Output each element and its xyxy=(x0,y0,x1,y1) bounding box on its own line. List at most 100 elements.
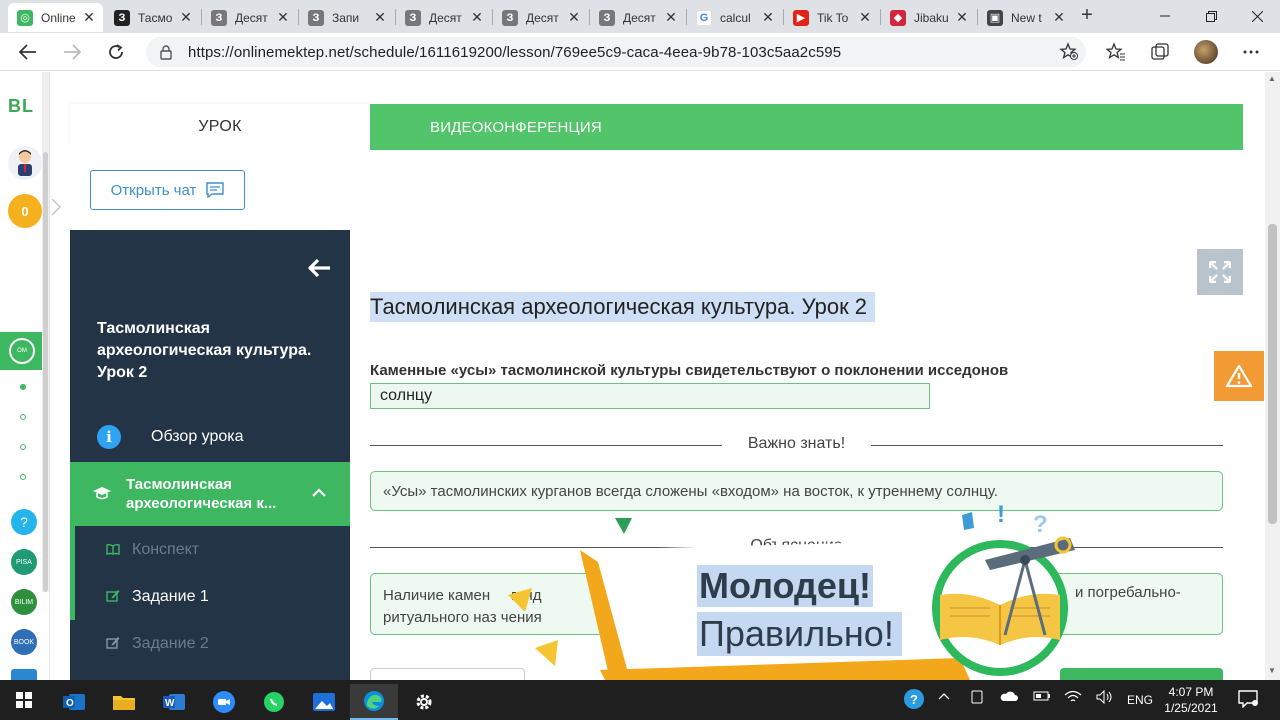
explanation-fragment: ритуального наз xyxy=(383,609,497,626)
info-icon: i xyxy=(97,425,121,449)
sidebar-item-overview[interactable]: i Обзор урока xyxy=(70,415,350,459)
tab-title: Десят xyxy=(235,10,268,25)
explanation-divider: Объяснение xyxy=(370,537,1223,557)
close-tab-icon[interactable]: ✕ xyxy=(566,9,582,26)
browser-tab[interactable]: З Десят ✕ xyxy=(590,3,685,32)
reload-icon xyxy=(109,44,123,59)
bilimland-logo[interactable]: BL xyxy=(8,96,34,117)
sidebar-subitem[interactable]: Задание 1 xyxy=(70,577,350,617)
left-rail: BL 0 OM ? PISA BILIM BOOK xyxy=(0,72,62,683)
url-text[interactable]: https://onlinemektep.net/schedule/161161… xyxy=(188,44,841,61)
browser-tab[interactable]: ◆ Jibaku ✕ xyxy=(881,3,976,32)
browser-tab[interactable]: ▣ New t ✕ xyxy=(978,3,1073,32)
scroll-down-icon[interactable]: ▼ xyxy=(1268,666,1276,675)
close-tab-icon[interactable]: ✕ xyxy=(275,9,291,26)
rail-dot-2[interactable] xyxy=(20,414,26,420)
browser-tab[interactable]: З Запи ✕ xyxy=(299,3,394,32)
rail-onlinemektep-button[interactable]: OM xyxy=(0,332,44,370)
browser-tab[interactable]: Gcalcul ✕ xyxy=(687,3,782,32)
browser-tab[interactable]: З Десят ✕ xyxy=(396,3,491,32)
wifi-icon-glyph xyxy=(1064,690,1082,702)
new-tab-button[interactable]: + xyxy=(1076,4,1098,26)
browser-tab[interactable]: З Десят ✕ xyxy=(202,3,297,32)
touch-keyboard-icon[interactable] xyxy=(970,690,984,707)
sidebar-subitem[interactable]: Конспект xyxy=(70,530,350,570)
taskbar-clock[interactable]: 4:07 PM 1/25/2021 xyxy=(1158,684,1224,716)
browser-tab[interactable]: ◎ Online ✕ xyxy=(8,3,103,32)
whatsapp-app[interactable] xyxy=(250,684,298,720)
file-explorer-app[interactable] xyxy=(100,684,148,720)
favorites-button[interactable] xyxy=(1105,41,1127,63)
address-toolbar: https://onlinemektep.net/schedule/161161… xyxy=(0,33,1280,71)
divider-line xyxy=(871,445,1223,446)
edge-app[interactable] xyxy=(350,684,398,720)
rail-dot-4[interactable] xyxy=(20,474,26,480)
notifications-button[interactable] xyxy=(1238,690,1258,709)
bilimland-app-icon[interactable]: BILIM xyxy=(11,589,37,615)
sidebar-item-topic[interactable]: Тасмолинская археологическая к... xyxy=(70,462,350,526)
open-chat-button[interactable]: Открыть чат xyxy=(90,170,245,210)
rail-expand-button[interactable] xyxy=(50,197,68,227)
tab-lesson[interactable]: УРОК xyxy=(70,104,370,150)
page-scroll-thumb[interactable] xyxy=(1268,224,1277,524)
close-tab-icon[interactable]: ✕ xyxy=(372,9,388,26)
browser-tab[interactable]: З Десят ✕ xyxy=(493,3,588,32)
rail-scrollbar[interactable] xyxy=(42,72,49,592)
pisa-app-icon[interactable]: PISA xyxy=(11,549,37,575)
settings-menu-button[interactable] xyxy=(1240,41,1262,63)
folder-icon xyxy=(113,696,135,710)
bilimbook-app-icon[interactable]: BOOK xyxy=(11,629,37,655)
word-app[interactable]: W xyxy=(150,684,198,720)
wifi-icon[interactable] xyxy=(1064,690,1082,707)
show-hidden-icons[interactable] xyxy=(938,690,950,705)
profile-avatar[interactable] xyxy=(1194,40,1218,64)
input-language[interactable]: ENG xyxy=(1127,693,1153,707)
browser-tab[interactable]: З Тасмо ✕ xyxy=(105,3,200,32)
close-window-button[interactable] xyxy=(1234,0,1280,32)
back-button[interactable] xyxy=(16,40,40,64)
zoom-app[interactable] xyxy=(200,684,248,720)
onedrive-icon[interactable] xyxy=(1000,690,1018,705)
help-tray-icon[interactable]: ? xyxy=(903,688,925,713)
close-tab-icon[interactable]: ✕ xyxy=(857,9,873,26)
minimize-button[interactable] xyxy=(1142,0,1188,32)
3-icon: З xyxy=(308,9,324,26)
outlook-app[interactable]: O xyxy=(50,684,98,720)
photos-app[interactable] xyxy=(300,684,348,720)
rail-scroll-thumb[interactable] xyxy=(43,152,48,592)
collapse-sidebar-button[interactable] xyxy=(308,258,334,280)
tab-videoconference[interactable]: ВИДЕОКОНФЕРЕНЦИЯ xyxy=(370,104,1243,150)
restore-button[interactable] xyxy=(1188,0,1234,32)
close-tab-icon[interactable]: ✕ xyxy=(663,9,679,26)
browser-tab[interactable]: ▶ Tik To ✕ xyxy=(784,3,879,32)
rail-dot-3[interactable] xyxy=(20,444,26,450)
add-favorite-button[interactable] xyxy=(1058,41,1080,63)
help-icon[interactable]: ? xyxy=(11,509,37,535)
battery-icon[interactable] xyxy=(1033,690,1051,705)
close-tab-icon[interactable]: ✕ xyxy=(1051,9,1067,26)
close-tab-icon[interactable]: ✕ xyxy=(760,9,776,26)
start-button[interactable] xyxy=(0,682,48,718)
page-scrollbar[interactable]: ▲ ▼ xyxy=(1265,72,1280,680)
close-tab-icon[interactable]: ✕ xyxy=(81,9,97,26)
volume-icon[interactable] xyxy=(1096,689,1114,707)
user-avatar[interactable] xyxy=(8,146,42,180)
rail-dot-1[interactable] xyxy=(20,384,26,390)
collections-button[interactable] xyxy=(1149,41,1171,63)
close-tab-icon[interactable]: ✕ xyxy=(469,9,485,26)
reload-button[interactable] xyxy=(104,40,128,64)
svg-text:O: O xyxy=(66,698,74,709)
settings-app[interactable] xyxy=(400,684,448,720)
forward-button[interactable] xyxy=(60,40,84,64)
more-icon xyxy=(1243,50,1259,54)
report-problem-button[interactable] xyxy=(1214,351,1264,401)
url-bar[interactable]: https://onlinemektep.net/schedule/161161… xyxy=(146,37,1086,67)
close-tab-icon[interactable]: ✕ xyxy=(954,9,970,26)
coins-badge[interactable]: 0 xyxy=(8,194,42,228)
sidebar-subitem[interactable]: Задание 2 xyxy=(70,624,350,664)
fullscreen-button[interactable] xyxy=(1197,249,1243,295)
scroll-up-icon[interactable]: ▲ xyxy=(1268,74,1276,83)
close-tab-icon[interactable]: ✕ xyxy=(178,9,194,26)
answer-field[interactable]: солнцу xyxy=(370,383,930,409)
tab-title: Десят xyxy=(526,10,559,25)
